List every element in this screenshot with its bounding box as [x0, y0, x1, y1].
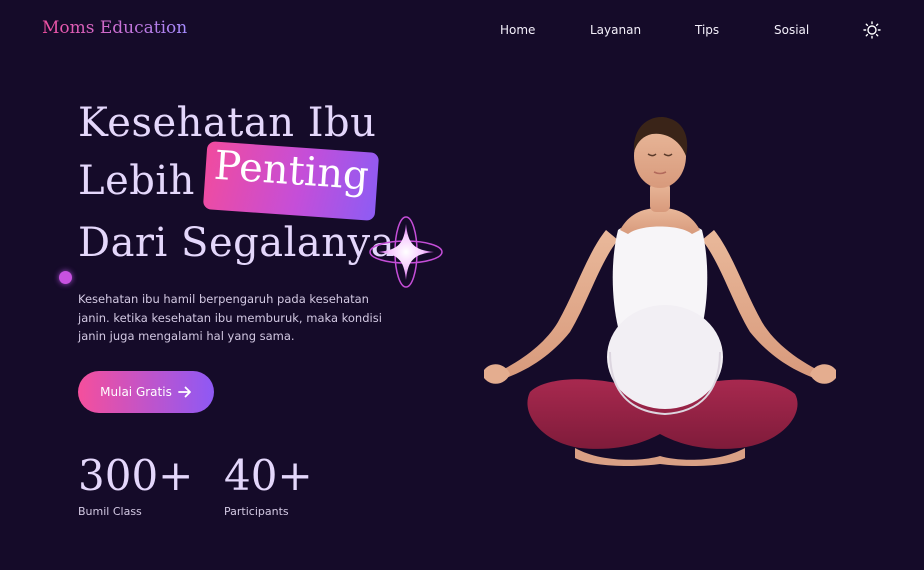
sparkle-icon	[369, 216, 443, 288]
hero-title-line-3: Dari Segalanya	[78, 220, 395, 266]
hero-description: Kesehatan ibu hamil berpengaruh pada kes…	[78, 292, 382, 343]
hero-image-meditating-woman	[484, 117, 836, 466]
nav-link-home[interactable]: Home	[500, 23, 535, 37]
nav-link-layanan[interactable]: Layanan	[590, 23, 641, 37]
stat-label-class: Bumil Class	[78, 505, 142, 518]
arrow-right-icon	[177, 386, 191, 398]
sun-icon	[863, 21, 881, 39]
stat-value-participants: 40+	[224, 451, 313, 500]
stat-label-participants: Participants	[224, 505, 289, 518]
start-free-button[interactable]: Mulai Gratis	[78, 371, 214, 413]
nav-link-tips[interactable]: Tips	[695, 23, 719, 37]
navbar: Moms Education Home Layanan Tips Sosial	[0, 0, 924, 62]
hero-title-line-2: Lebih	[78, 158, 195, 204]
hero-title-line-1: Kesehatan Ibu	[78, 100, 377, 146]
nav-link-sosial[interactable]: Sosial	[774, 23, 809, 37]
cta-label: Mulai Gratis	[100, 385, 172, 399]
theme-toggle-button[interactable]	[863, 21, 881, 39]
stat-value-class: 300+	[78, 451, 194, 500]
brand-logo[interactable]: Moms Education	[42, 18, 187, 38]
decor-dot	[59, 271, 72, 284]
